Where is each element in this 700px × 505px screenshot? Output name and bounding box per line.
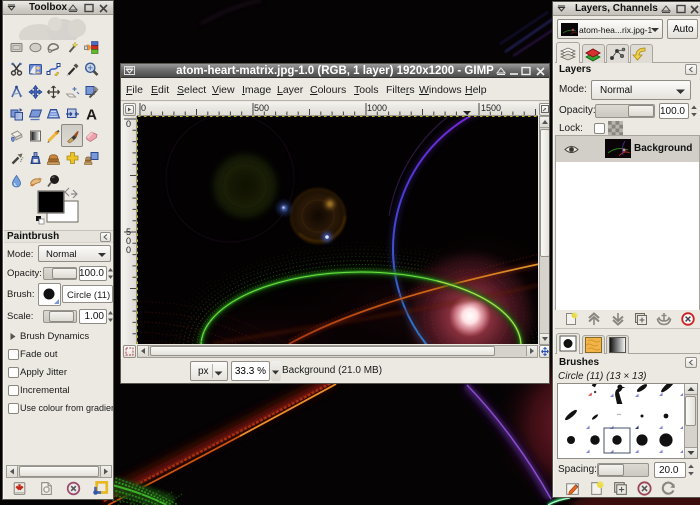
svg-text:500: 500 <box>254 103 269 113</box>
svg-text:1000: 1000 <box>367 103 387 113</box>
svg-text:0: 0 <box>141 103 146 113</box>
svg-text:0: 0 <box>126 119 131 129</box>
svg-text:1500: 1500 <box>481 103 501 113</box>
svg-text:0: 0 <box>126 245 131 255</box>
svg-text:A: A <box>86 107 97 123</box>
